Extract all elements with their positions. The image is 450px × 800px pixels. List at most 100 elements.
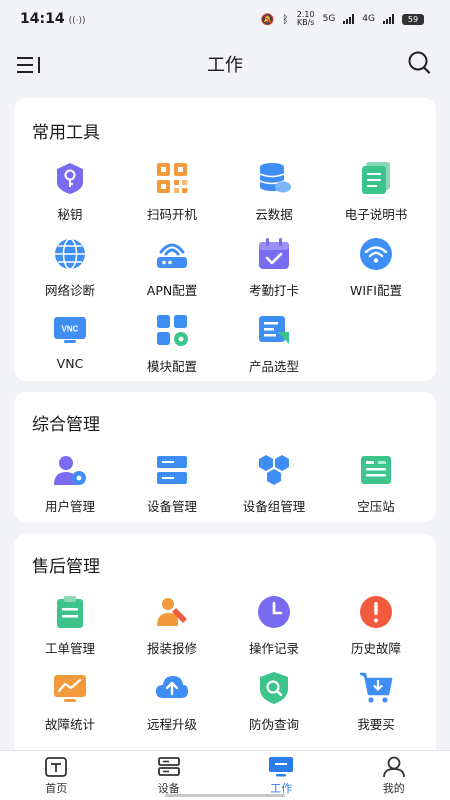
tool-fault-stats[interactable]: 故障统计 xyxy=(18,670,122,733)
tab-work[interactable]: 工作 xyxy=(225,751,338,800)
management-card: 综合管理 用户管理 设备管理 设备组管理 空压站 xyxy=(14,392,436,522)
tool-device-management[interactable]: 设备管理 xyxy=(120,452,224,515)
tool-e-manual[interactable]: 电子说明书 xyxy=(324,160,428,223)
tool-label: 设备管理 xyxy=(146,499,197,514)
tab-home[interactable]: 首页 xyxy=(0,751,113,800)
bottom-tab-bar: 首页 设备 工作 我的 xyxy=(0,750,450,800)
home-indicator[interactable] xyxy=(165,794,285,797)
after-sales-card: 售后管理 工单管理 报装报修 操作记录 历史故障 故障统计 远程升级 防伪查询 … xyxy=(14,534,436,750)
clipboard-icon xyxy=(57,596,83,628)
network-4g-label: 4G xyxy=(362,14,375,24)
clock-icon xyxy=(258,596,290,628)
signal-bars-icon xyxy=(343,14,355,24)
bluetooth-icon: ᛒ xyxy=(282,12,289,26)
tool-label: 秘钥 xyxy=(57,207,83,222)
globe-icon xyxy=(55,238,85,270)
network-speed: 2.10 KB/s xyxy=(297,11,315,27)
router-icon xyxy=(157,243,187,268)
menu-icon[interactable] xyxy=(16,54,44,76)
work-monitor-icon xyxy=(269,756,294,776)
tool-label: 云数据 xyxy=(255,207,293,222)
key-icon xyxy=(57,163,83,194)
content-scroll[interactable]: 常用工具 秘钥 扫码开机 云数据 电子说明书 网络诊断 APN配置 考勤打卡 W… xyxy=(0,98,450,750)
page-title: 工作 xyxy=(207,55,243,76)
cloud-upload-icon xyxy=(156,676,188,698)
app-header: 工作 xyxy=(0,38,450,90)
tool-user-management[interactable]: 用户管理 xyxy=(18,452,122,515)
section-title: 售后管理 xyxy=(32,557,100,577)
mute-icon: 🔕 xyxy=(260,12,275,26)
tool-operation-log[interactable]: 操作记录 xyxy=(222,594,326,657)
tool-buy[interactable]: 我要买 xyxy=(324,670,428,733)
tool-label: 用户管理 xyxy=(44,499,95,514)
tool-install-repair[interactable]: 报装报修 xyxy=(120,594,224,657)
tool-cloud-data[interactable]: 云数据 xyxy=(222,160,326,223)
tool-device-group[interactable]: 设备组管理 xyxy=(222,452,326,515)
repair-icon xyxy=(157,598,187,626)
tab-label: 首页 xyxy=(45,781,68,795)
shield-search-icon xyxy=(260,672,288,704)
tool-product-selection[interactable]: 产品选型 xyxy=(222,312,326,375)
profile-icon xyxy=(382,756,405,777)
tool-label: 网络诊断 xyxy=(44,283,95,298)
status-time: 14:14 ((·)) xyxy=(20,11,85,27)
tool-label: 报装报修 xyxy=(146,641,197,656)
monitor-icon: VNC xyxy=(54,317,86,343)
tool-air-station[interactable]: 空压站 xyxy=(324,452,428,515)
tool-label: WIFI配置 xyxy=(350,283,402,298)
product-select-icon xyxy=(259,316,289,344)
tool-label: 我要买 xyxy=(357,717,395,732)
signal-bars-icon xyxy=(383,14,394,24)
clock-text: 14:14 xyxy=(20,11,65,27)
tab-device[interactable]: 设备 xyxy=(113,751,226,800)
tool-label: 设备组管理 xyxy=(242,499,306,514)
tool-secret-key[interactable]: 秘钥 xyxy=(18,160,122,223)
tool-label: 考勤打卡 xyxy=(248,283,299,298)
qr-code-icon xyxy=(157,163,187,193)
section-title: 常用工具 xyxy=(32,123,100,143)
alert-icon xyxy=(360,596,392,628)
tool-label: 模块配置 xyxy=(146,359,197,374)
tab-mine[interactable]: 我的 xyxy=(338,751,450,800)
tool-label: 远程升级 xyxy=(146,717,197,732)
tool-label: 扫码开机 xyxy=(146,207,197,222)
tool-wifi-config[interactable]: WIFI配置 xyxy=(324,236,428,299)
tool-apn-config[interactable]: APN配置 xyxy=(120,236,224,299)
svg-text:VNC: VNC xyxy=(62,325,79,334)
tool-anti-counterfeit[interactable]: 防伪查询 xyxy=(222,670,326,733)
tool-label: 空压站 xyxy=(357,499,395,514)
battery-icon: 59 xyxy=(402,13,424,25)
module-settings-icon xyxy=(157,315,188,346)
status-bar: 14:14 ((·)) 🔕 ᛒ 2.10 KB/s 5G 4G 59 xyxy=(0,0,450,38)
tool-fault-history[interactable]: 历史故障 xyxy=(324,594,428,657)
tool-module-config[interactable]: 模块配置 xyxy=(120,312,224,375)
tool-label: 电子说明书 xyxy=(344,207,408,222)
cloud-database-icon xyxy=(259,163,291,193)
status-icons: 🔕 ᛒ 2.10 KB/s 5G 4G 59 xyxy=(260,11,424,27)
user-settings-icon xyxy=(54,456,86,485)
tool-label: 历史故障 xyxy=(350,641,401,656)
tool-network-diagnosis[interactable]: 网络诊断 xyxy=(18,236,122,299)
hexagon-group-icon xyxy=(259,455,289,485)
tool-remote-upgrade[interactable]: 远程升级 xyxy=(120,670,224,733)
tool-scan-boot[interactable]: 扫码开机 xyxy=(120,160,224,223)
shopping-cart-icon xyxy=(360,672,393,703)
tool-label: 工单管理 xyxy=(44,641,95,656)
tab-label: 我的 xyxy=(382,781,405,795)
network-5g-label: 5G xyxy=(322,14,336,24)
chart-monitor-icon xyxy=(54,675,86,702)
wifi-icon xyxy=(360,238,392,270)
tool-label: 故障统计 xyxy=(44,717,95,732)
tool-label: APN配置 xyxy=(146,283,198,298)
section-title: 综合管理 xyxy=(32,415,100,435)
tool-label: 产品选型 xyxy=(248,359,299,374)
calendar-check-icon xyxy=(259,238,289,269)
search-icon[interactable] xyxy=(406,50,432,76)
common-tools-card: 常用工具 秘钥 扫码开机 云数据 电子说明书 网络诊断 APN配置 考勤打卡 W… xyxy=(14,98,436,381)
tool-vnc[interactable]: VNC VNC xyxy=(18,312,122,371)
speed-unit: KB/s xyxy=(296,18,315,27)
server-icon xyxy=(157,456,187,484)
tool-attendance[interactable]: 考勤打卡 xyxy=(222,236,326,299)
home-icon xyxy=(45,756,68,777)
tool-work-order[interactable]: 工单管理 xyxy=(18,594,122,657)
